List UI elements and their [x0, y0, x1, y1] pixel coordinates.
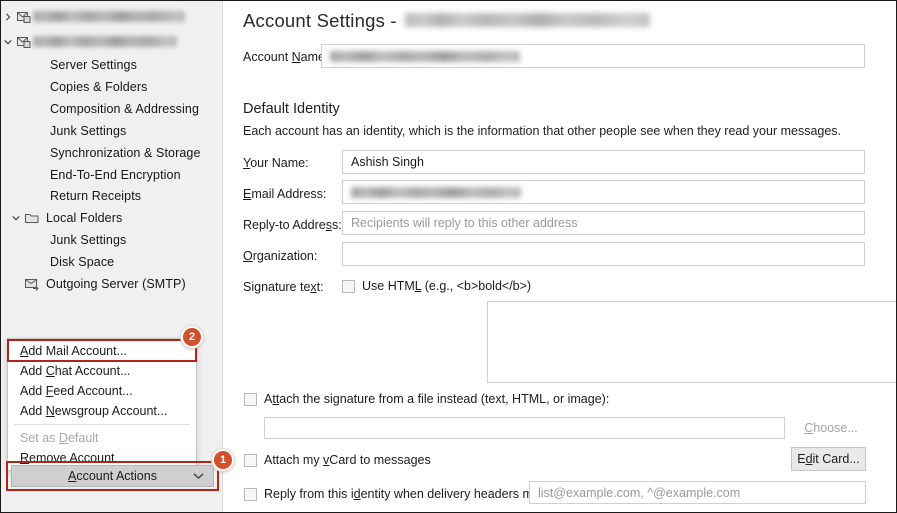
reply-from-identity-checkbox[interactable]	[244, 487, 257, 501]
edit-card-button-label: Edit Card...	[797, 452, 860, 466]
annotation-badge-1: 1	[212, 449, 234, 471]
reply-to-label: Reply-to Address:	[243, 218, 342, 232]
menu-separator	[14, 424, 190, 425]
sidebar-item-return-receipts[interactable]: Return Receipts	[1, 186, 222, 206]
attach-vcard-label: Attach my vCard to messages	[264, 453, 431, 467]
sidebar-item-label: Copies & Folders	[50, 80, 148, 94]
attach-vcard-row[interactable]: Attach my vCard to messages	[244, 453, 431, 467]
account-actions-button[interactable]: Account Actions	[11, 465, 214, 487]
account-settings-window: Server Settings Copies & Folders Composi…	[0, 0, 897, 513]
reply-from-identity-row[interactable]: Reply from this identity when delivery h…	[244, 487, 560, 501]
main-panel: Account Settings - Account Name: Default…	[224, 1, 896, 512]
sidebar-item-label: Composition & Addressing	[50, 102, 200, 116]
menu-item-label: dd Mail Account...	[28, 344, 128, 358]
page-title-redacted-email	[404, 13, 650, 27]
menu-item-add-mail-account[interactable]: Add Mail Account...	[8, 341, 196, 361]
sidebar-account-2[interactable]	[1, 32, 222, 52]
sidebar-item-local-folders[interactable]: Local Folders	[1, 208, 222, 228]
account-actions-label: Account Actions	[68, 469, 157, 483]
sidebar-item-server-settings[interactable]: Server Settings	[1, 55, 222, 75]
signature-text-label: Signature text:	[243, 280, 324, 294]
menu-item-label: eed Account...	[53, 384, 133, 398]
menu-item-add-newsgroup-account[interactable]: Add Newsgroup Account...	[8, 401, 196, 421]
sidebar-item-label: Junk Settings	[50, 233, 127, 247]
page-title-text: Account Settings -	[243, 10, 397, 31]
menu-item-label: emove Account	[29, 451, 115, 465]
attach-signature-file-row[interactable]: Attach the signature from a file instead…	[244, 392, 609, 406]
menu-accel-d: D	[58, 431, 68, 445]
delivery-headers-input[interactable]: list@example.com, ^@example.com	[529, 481, 866, 504]
sidebar-account-1-label	[33, 11, 185, 22]
edit-card-button[interactable]: Edit Card...	[791, 447, 866, 471]
chevron-right-icon[interactable]	[1, 7, 15, 27]
chevron-down-icon	[193, 473, 204, 480]
use-html-checkbox[interactable]	[342, 279, 355, 293]
sidebar-item-label: Outgoing Server (SMTP)	[46, 277, 186, 291]
sidebar-item-composition-and-addressing[interactable]: Composition & Addressing	[1, 99, 222, 119]
menu-item-add-chat-account[interactable]: Add Chat Account...	[8, 361, 196, 381]
sidebar-item-label: Return Receipts	[50, 189, 142, 203]
chevron-down-icon[interactable]	[9, 208, 23, 228]
menu-item-label: ewsgroup Account...	[54, 404, 168, 418]
sidebar-item-label: Disk Space	[50, 255, 115, 269]
sidebar-account-1[interactable]	[1, 7, 222, 27]
attach-vcard-checkbox[interactable]	[244, 453, 257, 467]
default-identity-heading: Default Identity	[243, 101, 340, 117]
your-name-value: Ashish Singh	[351, 155, 424, 169]
account-name-label: Account Name:	[243, 50, 329, 64]
mail-account-icon	[15, 32, 33, 52]
sidebar-item-local-junk-settings[interactable]: Junk Settings	[1, 230, 222, 250]
menu-accel-r: R	[20, 451, 30, 465]
reply-to-input[interactable]: Recipients will reply to this other addr…	[342, 211, 865, 235]
use-html-checkbox-row[interactable]: Use HTML (e.g., <b>bold</b>)	[342, 279, 531, 293]
menu-accel-c: C	[45, 364, 55, 378]
menu-accel-n: N	[45, 404, 55, 418]
menu-item-label: efault	[67, 431, 99, 445]
your-name-label: Your Name:	[243, 156, 309, 170]
attach-signature-file-checkbox[interactable]	[244, 392, 257, 406]
account-name-input[interactable]	[321, 44, 865, 68]
sidebar-item-outgoing-server[interactable]: Outgoing Server (SMTP)	[1, 274, 222, 294]
sidebar-item-label: End-To-End Encryption	[50, 168, 181, 182]
menu-item-add-feed-account[interactable]: Add Feed Account...	[8, 381, 196, 401]
email-address-input[interactable]	[342, 180, 865, 204]
sidebar-item-junk-settings[interactable]: Junk Settings	[1, 121, 222, 141]
annotation-badge-2: 2	[181, 326, 203, 348]
sidebar-item-label: Junk Settings	[50, 124, 127, 138]
sidebar-account-2-label	[33, 36, 177, 47]
page-title: Account Settings -	[243, 10, 650, 32]
organization-label: Organization:	[243, 249, 318, 263]
menu-item-label: hat Account...	[54, 364, 131, 378]
account-actions-menu: Add Mail Account... Add Chat Account... …	[7, 338, 197, 471]
organization-input[interactable]	[342, 242, 865, 266]
sidebar-item-synchronization-and-storage[interactable]: Synchronization & Storage	[1, 143, 222, 163]
signature-textarea[interactable]	[487, 301, 896, 383]
sidebar-item-end-to-end-encryption[interactable]: End-To-End Encryption	[1, 165, 222, 185]
default-identity-description: Each account has an identity, which is t…	[243, 124, 842, 138]
signature-file-path-input[interactable]	[264, 417, 785, 439]
email-address-value-redacted	[351, 186, 521, 198]
choose-button: Choose...	[796, 417, 866, 439]
your-name-input[interactable]: Ashish Singh	[342, 150, 865, 174]
use-html-label: Use HTML (e.g., <b>bold</b>)	[362, 279, 532, 293]
attach-signature-file-label: Attach the signature from a file instead…	[264, 392, 610, 406]
reply-to-placeholder: Recipients will reply to this other addr…	[351, 216, 578, 230]
sidebar-item-label: Synchronization & Storage	[50, 146, 201, 160]
choose-button-label: Choose...	[804, 421, 858, 435]
sidebar-item-label: Server Settings	[50, 58, 137, 72]
sidebar-item-copies-and-folders[interactable]: Copies & Folders	[1, 77, 222, 97]
folder-icon	[23, 208, 41, 228]
mail-account-icon	[15, 7, 33, 27]
sidebar-item-label: Local Folders	[46, 211, 123, 225]
sidebar-item-disk-space[interactable]: Disk Space	[1, 252, 222, 272]
email-address-label: Email Address:	[243, 187, 327, 201]
delivery-headers-placeholder: list@example.com, ^@example.com	[538, 485, 741, 500]
chevron-down-icon[interactable]	[1, 32, 15, 52]
account-name-value-redacted	[330, 50, 520, 62]
menu-item-set-as-default: Set as Default	[20, 431, 99, 445]
outgoing-server-icon	[23, 274, 41, 294]
reply-from-identity-label: Reply from this identity when delivery h…	[264, 487, 560, 501]
